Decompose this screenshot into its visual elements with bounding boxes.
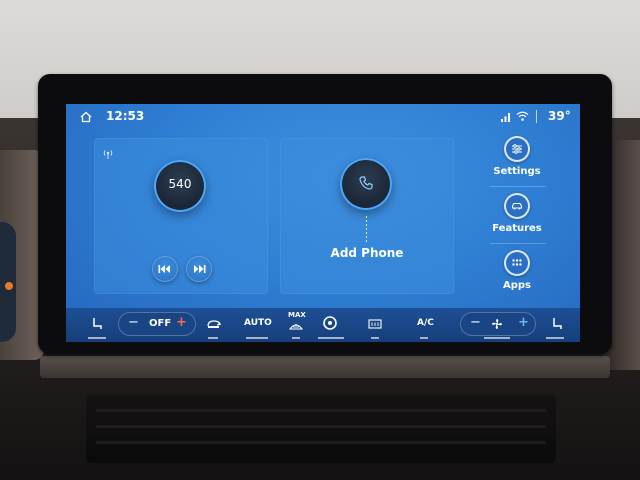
home-icon[interactable] — [80, 111, 92, 123]
warning-light — [5, 282, 13, 290]
seek-previous-icon — [158, 265, 170, 273]
driver-temp-control[interactable]: − OFF + — [118, 312, 196, 336]
side-menu-divider — [490, 186, 546, 187]
driver-temp-plus[interactable]: + — [176, 315, 187, 330]
max-defrost-icon[interactable] — [289, 321, 303, 331]
fan-icon — [492, 319, 502, 329]
seek-next-button[interactable] — [186, 256, 212, 282]
radio-frequency: 540 — [168, 177, 192, 191]
settings-icon-circle — [504, 136, 530, 162]
settings-label: Settings — [493, 166, 541, 177]
fan-speed-control[interactable]: − + — [460, 312, 536, 336]
status-bar: 12:53 39° — [66, 104, 580, 130]
infotainment-screen: 12:53 39° 540 Add Phone Settings Feature… — [66, 104, 580, 342]
cellular-signal-icon — [501, 113, 510, 122]
features-label: Features — [492, 223, 542, 234]
features-icon-circle — [504, 193, 530, 219]
phone-card[interactable]: Add Phone — [280, 138, 454, 294]
seek-previous-button[interactable] — [152, 256, 178, 282]
radio-broadcast-icon — [103, 150, 113, 159]
side-menu-divider — [490, 243, 546, 244]
seat-heat-level — [88, 337, 106, 339]
instrument-cluster-edge — [0, 222, 16, 342]
clock: 12:53 — [106, 109, 145, 123]
auto-button[interactable]: AUTO — [244, 318, 272, 328]
apps-icon-circle — [504, 250, 530, 276]
air-vent — [86, 395, 556, 463]
grid-icon — [512, 259, 522, 266]
vent-slot — [96, 425, 546, 428]
rear-defrost-indicator — [371, 337, 379, 339]
status-separator — [536, 110, 537, 123]
vent-slot — [96, 441, 546, 444]
phone-connect-button[interactable] — [340, 158, 392, 210]
max-defrost-indicator — [292, 337, 300, 339]
fan-speed-indicator — [484, 337, 510, 339]
ac-button[interactable]: A/C — [417, 318, 434, 328]
recirculate-icon[interactable] — [206, 318, 222, 330]
auto-indicator — [246, 337, 268, 339]
ac-indicator — [420, 337, 428, 339]
wheel-heat-indicator — [318, 337, 344, 339]
climate-bar: − OFF + AUTO MAX A/C − + — [66, 308, 580, 342]
settings-button[interactable]: Settings — [480, 136, 554, 186]
connector-line — [366, 216, 367, 242]
fan-speed-minus[interactable]: − — [470, 315, 481, 330]
vent-slot — [96, 409, 546, 412]
rear-defrost-icon[interactable] — [368, 319, 382, 329]
phone-icon — [359, 176, 373, 190]
passenger-seat-icon[interactable] — [550, 317, 564, 331]
add-phone-label[interactable]: Add Phone — [280, 246, 454, 260]
apps-button[interactable]: Apps — [480, 250, 554, 300]
dashboard-trim — [40, 356, 610, 378]
sliders-icon — [512, 144, 522, 154]
apps-label: Apps — [502, 280, 531, 291]
passenger-seat-level — [546, 337, 564, 339]
max-defrost-label: MAX — [288, 311, 306, 319]
recirculate-indicator — [208, 337, 218, 339]
radio-card[interactable]: 540 — [94, 138, 268, 294]
heated-seat-icon[interactable] — [90, 317, 104, 331]
driver-temp-minus[interactable]: − — [128, 315, 139, 330]
wifi-icon — [516, 111, 529, 121]
seek-next-icon — [194, 265, 206, 273]
radio-tuner-knob[interactable]: 540 — [154, 160, 206, 212]
steering-wheel-heat-icon[interactable] — [322, 315, 338, 331]
outside-temperature: 39° — [548, 109, 571, 123]
fan-speed-plus[interactable]: + — [518, 315, 529, 330]
car-icon — [511, 202, 523, 210]
driver-temp-value: OFF — [149, 318, 172, 329]
features-button[interactable]: Features — [480, 193, 554, 243]
